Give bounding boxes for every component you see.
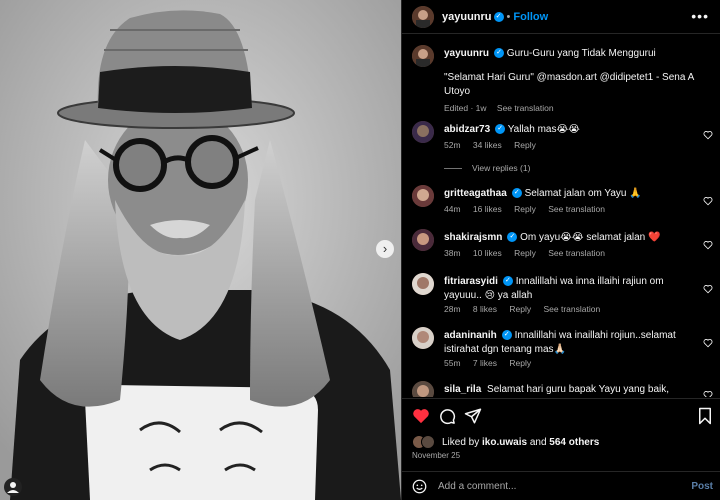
- comment-body: Om yayu😭😭 selamat jalan ❤️: [520, 232, 661, 243]
- post-date: November 25: [412, 451, 461, 460]
- comment-avatar[interactable]: [412, 121, 434, 143]
- caption-avatar[interactable]: [412, 45, 434, 67]
- verified-badge-icon: ✓: [495, 124, 506, 135]
- emoji-icon[interactable]: [412, 479, 427, 494]
- separator-dot: •: [506, 11, 511, 23]
- verified-badge-icon: ✓: [493, 12, 504, 23]
- comment-username[interactable]: gritteagathaa: [444, 188, 507, 199]
- liked-by-and: and: [529, 437, 547, 448]
- comment-username[interactable]: adaninanih: [444, 330, 497, 341]
- comment-icon[interactable]: [438, 407, 456, 425]
- comment-reply-button[interactable]: Reply: [514, 204, 536, 214]
- liker-avatar: [421, 435, 435, 449]
- comment-username[interactable]: fitriarasyidi: [444, 276, 498, 287]
- comment-like-heart-icon[interactable]: [703, 237, 713, 250]
- portrait-photo: [0, 0, 401, 500]
- comment-meta: 28m 8 likes Reply See translation: [444, 304, 610, 314]
- comment-username[interactable]: sila_rila: [444, 384, 481, 395]
- view-replies-button[interactable]: View replies (1): [444, 163, 530, 173]
- comment-avatar[interactable]: [412, 381, 434, 397]
- caption-title: Guru-Guru yang Tidak Menggurui: [506, 48, 656, 59]
- liked-by-avatars: [412, 435, 442, 449]
- verified-badge-icon: ✓: [501, 330, 512, 341]
- comment-meta: 52m 34 likes Reply: [444, 140, 546, 150]
- comment-like-heart-icon[interactable]: [703, 281, 713, 294]
- comment-meta: 38m 10 likes Reply See translation: [444, 248, 615, 258]
- heart-filled-icon[interactable]: [412, 407, 430, 425]
- view-replies-line: [444, 168, 462, 170]
- comment-like-heart-icon[interactable]: [703, 387, 713, 397]
- author-avatar[interactable]: [412, 6, 434, 28]
- more-horizontal-icon[interactable]: •••: [691, 8, 709, 24]
- next-image-arrow-icon[interactable]: ›: [376, 240, 394, 258]
- comment-avatar[interactable]: [412, 185, 434, 207]
- add-comment-input[interactable]: [438, 477, 668, 495]
- comments-list[interactable]: yayuunru ✓ Guru-Guru yang Tidak Menggurui…: [402, 35, 720, 397]
- liked-by-others[interactable]: 564 others: [549, 437, 599, 448]
- caption-see-translation[interactable]: See translation: [497, 103, 554, 113]
- tagged-user-icon[interactable]: [4, 478, 22, 496]
- comment-likes[interactable]: 8 likes: [473, 304, 497, 314]
- comment-likes[interactable]: 7 likes: [473, 358, 497, 368]
- author-username[interactable]: yayuunru: [442, 11, 492, 23]
- liked-by-user[interactable]: iko.uwais: [482, 437, 527, 448]
- comment-likes[interactable]: 16 likes: [473, 204, 502, 214]
- comment-see-translation[interactable]: See translation: [548, 248, 605, 258]
- comment-time: 44m: [444, 204, 461, 214]
- comment-username[interactable]: shakirajsmn: [444, 232, 502, 243]
- comment-time: 55m: [444, 358, 461, 368]
- verified-badge-icon: ✓: [494, 48, 505, 59]
- post-comment-button[interactable]: Post: [691, 481, 713, 492]
- comment-likes[interactable]: 34 likes: [473, 140, 502, 150]
- comment-body: Yallah mas😭😭: [507, 124, 580, 135]
- comment-avatar[interactable]: [412, 229, 434, 251]
- comment-reply-button[interactable]: Reply: [514, 248, 536, 258]
- comment-meta: 55m 7 likes Reply: [444, 358, 541, 368]
- caption-text-block: yayuunru ✓ Guru-Guru yang Tidak Menggurui…: [444, 47, 709, 115]
- comment-text: gritteagathaa ✓ Selamat jalan om Yayu 🙏: [444, 187, 691, 201]
- verified-badge-icon: ✓: [502, 276, 513, 287]
- comment-text: shakirajsmn ✓ Om yayu😭😭 selamat jalan ❤️: [444, 231, 691, 245]
- caption-username[interactable]: yayuunru: [444, 48, 489, 59]
- comment-time: 28m: [444, 304, 461, 314]
- share-icon[interactable]: [464, 407, 482, 425]
- comment-text: abidzar73 ✓ Yallah mas😭😭: [444, 123, 691, 137]
- caption-body: "Selamat Hari Guru" @masdon.art @didipet…: [444, 72, 694, 97]
- verified-badge-icon: ✓: [511, 188, 522, 199]
- post-actions: Liked by iko.uwais and 564 others Novemb…: [402, 398, 720, 468]
- comment-text: adaninanih ✓ Innalillahi wa inaillahi roj…: [444, 329, 691, 357]
- post-image[interactable]: ›: [0, 0, 401, 500]
- liked-by-text[interactable]: Liked by iko.uwais and 564 others: [442, 437, 599, 448]
- comment-body: Selamat jalan om Yayu 🙏: [524, 188, 642, 199]
- comment-text: sila_rila Selamat hari guru bapak Yayu y…: [444, 383, 691, 397]
- comment-reply-button[interactable]: Reply: [509, 358, 531, 368]
- post-header: yayuunru ✓ • Follow •••: [402, 0, 720, 34]
- comment-avatar[interactable]: [412, 273, 434, 295]
- caption-edited: Edited · 1w: [444, 103, 487, 113]
- comment-reply-button[interactable]: Reply: [514, 140, 536, 150]
- comment-time: 38m: [444, 248, 461, 258]
- post-side-panel: yayuunru ✓ • Follow ••• yayuunru ✓ Guru-Guru…: [401, 0, 720, 500]
- view-replies-label[interactable]: View replies (1): [472, 163, 530, 173]
- follow-button[interactable]: Follow: [513, 11, 548, 23]
- comment-meta: 44m 16 likes Reply See translation: [444, 204, 615, 214]
- comment-time: 52m: [444, 140, 461, 150]
- comment-likes[interactable]: 10 likes: [473, 248, 502, 258]
- comment-see-translation[interactable]: See translation: [544, 304, 601, 314]
- bookmark-icon[interactable]: [696, 407, 714, 425]
- comment-like-heart-icon[interactable]: [703, 127, 713, 140]
- comment-like-heart-icon[interactable]: [703, 335, 713, 348]
- verified-badge-icon: ✓: [507, 232, 518, 243]
- comment-like-heart-icon[interactable]: [703, 193, 713, 206]
- add-comment-bar: Post: [402, 471, 720, 500]
- comment-reply-button[interactable]: Reply: [509, 304, 531, 314]
- liked-by-prefix: Liked by: [442, 437, 480, 448]
- comment-avatar[interactable]: [412, 327, 434, 349]
- comment-username[interactable]: abidzar73: [444, 124, 490, 135]
- comment-text: fitriarasyidi ✓ Innalillahi wa inna illai…: [444, 275, 691, 303]
- comment-see-translation[interactable]: See translation: [548, 204, 605, 214]
